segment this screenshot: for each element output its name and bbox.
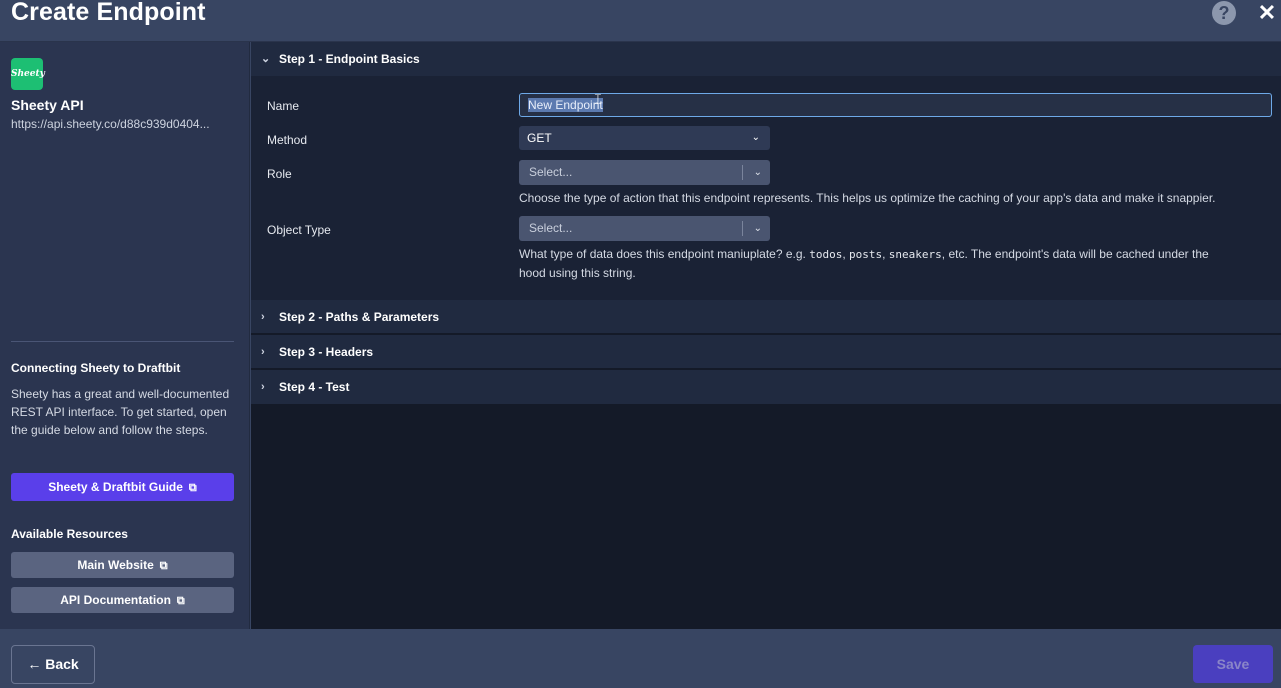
sidebar: Sheety Sheety API https://api.sheety.co/… bbox=[0, 42, 250, 629]
modal-header: Create Endpoint ? ✕ bbox=[0, 0, 1281, 42]
object-help-part-1: What type of data does this endpoint man… bbox=[519, 247, 806, 261]
sheety-logo: Sheety bbox=[11, 58, 43, 90]
external-link-icon: ⧉ bbox=[177, 588, 185, 614]
chevron-down-icon: ⌄ bbox=[261, 42, 273, 76]
dropdown-separator bbox=[742, 165, 743, 180]
object-type-help-text: What type of data does this endpoint man… bbox=[519, 245, 1274, 283]
role-label: Role bbox=[267, 167, 292, 181]
object-type-select[interactable]: Select... ⌄ bbox=[519, 216, 770, 241]
question-circle-icon[interactable]: ? bbox=[1212, 1, 1236, 25]
guide-button[interactable]: Sheety & Draftbit Guide ⧉ bbox=[11, 473, 234, 501]
text-cursor-icon: 𝙸 bbox=[593, 91, 603, 108]
chevron-down-icon: ⌄ bbox=[754, 160, 762, 185]
method-label: Method bbox=[267, 133, 307, 147]
back-button[interactable]: ← Back bbox=[11, 645, 95, 684]
step-2-header[interactable]: › Step 2 - Paths & Parameters bbox=[251, 300, 1281, 334]
object-help-part-3: hood using this string. bbox=[519, 266, 636, 280]
external-link-icon: ⧉ bbox=[160, 553, 168, 579]
role-help-text: Choose the type of action that this endp… bbox=[519, 189, 1216, 208]
code-posts: posts bbox=[849, 248, 882, 261]
sidebar-divider bbox=[11, 341, 234, 342]
code-sneakers: sneakers bbox=[889, 248, 942, 261]
method-value: GET bbox=[527, 131, 552, 145]
name-input[interactable]: New Endpoint bbox=[519, 93, 1272, 117]
step-1-body: Name New Endpoint Method GET ⌄ Role Sele… bbox=[251, 76, 1281, 300]
code-todos: todos bbox=[809, 248, 842, 261]
method-select[interactable]: GET ⌄ bbox=[519, 126, 770, 150]
connect-heading: Connecting Sheety to Draftbit bbox=[11, 361, 180, 375]
name-label: Name bbox=[267, 99, 299, 113]
api-documentation-button[interactable]: API Documentation ⧉ bbox=[11, 587, 234, 613]
role-select[interactable]: Select... ⌄ bbox=[519, 160, 770, 185]
object-help-part-2: , etc. The endpoint's data will be cache… bbox=[942, 247, 1209, 261]
chevron-right-icon: › bbox=[261, 370, 273, 404]
main-website-label: Main Website bbox=[77, 558, 153, 572]
chevron-down-icon: ⌄ bbox=[752, 126, 760, 150]
api-name: Sheety API bbox=[11, 97, 84, 113]
close-icon[interactable]: ✕ bbox=[1257, 1, 1277, 25]
main-panel: ⌄ Step 1 - Endpoint Basics Name New Endp… bbox=[251, 42, 1281, 629]
modal-footer: ← Back Save bbox=[0, 629, 1281, 688]
step-1-label: Step 1 - Endpoint Basics bbox=[279, 42, 420, 76]
name-input-value: New Endpoint bbox=[528, 98, 603, 112]
role-placeholder: Select... bbox=[529, 165, 572, 179]
connect-text: Sheety has a great and well-documented R… bbox=[11, 385, 236, 439]
step-2-label: Step 2 - Paths & Parameters bbox=[279, 300, 439, 334]
chevron-down-icon: ⌄ bbox=[754, 216, 762, 241]
chevron-right-icon: › bbox=[261, 300, 273, 334]
api-documentation-label: API Documentation bbox=[60, 593, 171, 607]
step-4-label: Step 4 - Test bbox=[279, 370, 349, 404]
step-1-header[interactable]: ⌄ Step 1 - Endpoint Basics bbox=[251, 42, 1281, 76]
step-3-label: Step 3 - Headers bbox=[279, 335, 373, 369]
api-url: https://api.sheety.co/d88c939d0404... bbox=[11, 117, 236, 131]
object-type-placeholder: Select... bbox=[529, 221, 572, 235]
step-3-header[interactable]: › Step 3 - Headers bbox=[251, 335, 1281, 369]
save-button[interactable]: Save bbox=[1193, 645, 1273, 683]
step-4-header[interactable]: › Step 4 - Test bbox=[251, 370, 1281, 404]
external-link-icon: ⧉ bbox=[189, 474, 197, 502]
object-type-label: Object Type bbox=[267, 223, 331, 237]
resources-heading: Available Resources bbox=[11, 527, 128, 541]
chevron-right-icon: › bbox=[261, 335, 273, 369]
guide-button-label: Sheety & Draftbit Guide bbox=[48, 480, 183, 494]
dropdown-separator bbox=[742, 221, 743, 236]
main-website-button[interactable]: Main Website ⧉ bbox=[11, 552, 234, 578]
page-title: Create Endpoint bbox=[11, 0, 206, 27]
